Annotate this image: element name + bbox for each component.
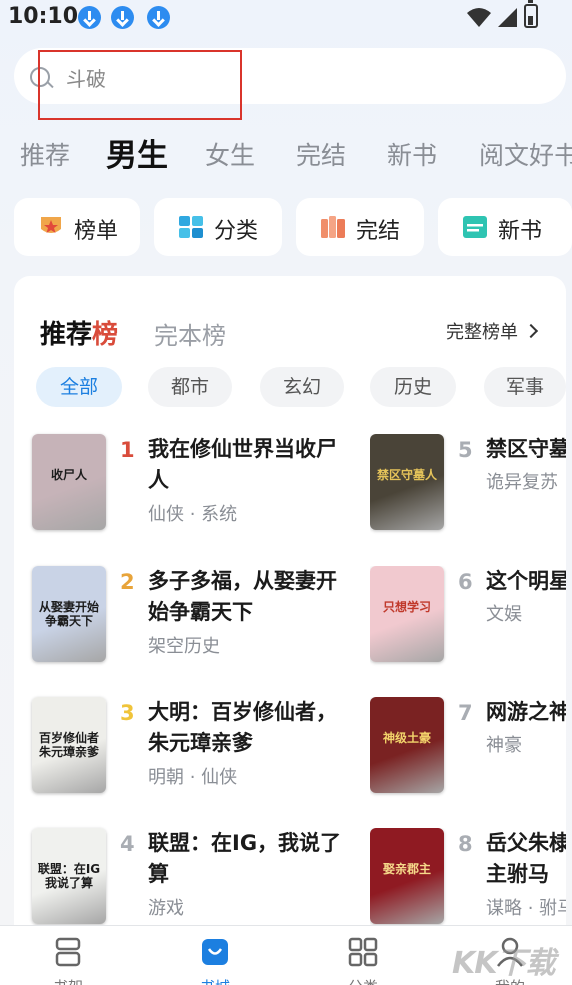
- cover-title: 联盟：在IG我说了算: [37, 862, 101, 890]
- book-cover: 神级土豪: [370, 697, 444, 793]
- book-meta: 谋略 · 驸马: [486, 898, 566, 919]
- book-meta: 神豪: [486, 735, 522, 756]
- rank-number: 6: [458, 570, 473, 594]
- book-title: 这个明星不太冷: [486, 569, 566, 593]
- search-icon: [30, 67, 50, 87]
- book-item[interactable]: 禁区守墓人 5 禁区守墓人 诡异复苏: [370, 434, 566, 544]
- ranking-title-main: 推荐: [40, 320, 93, 350]
- ranking-card: 推荐榜 完本榜 完整榜单 全部 都市 玄幻 历史 军事 收尸人 1 我在修仙世界…: [14, 276, 566, 936]
- book-meta: 仙侠 · 系统: [148, 504, 238, 525]
- shortcut-finished-label: 完结: [356, 219, 401, 244]
- rank-number: 4: [120, 832, 135, 856]
- book-title: 多子多福，从娶妻开始争霸天下: [148, 569, 337, 624]
- download-icon: [78, 6, 101, 29]
- book-title: 我在修仙世界当收尸人: [148, 437, 337, 492]
- ranking-title[interactable]: 推荐榜: [40, 314, 118, 351]
- ranking-tab-finished[interactable]: 完本榜: [154, 316, 226, 351]
- book-meta: 明朝 · 仙侠: [148, 767, 238, 788]
- rank-number: 5: [458, 438, 473, 462]
- tab-male[interactable]: 男生: [106, 130, 168, 175]
- search-bar[interactable]: 斗破: [14, 48, 566, 104]
- chip-urban[interactable]: 都市: [148, 367, 232, 407]
- book-meta: 诡异复苏: [486, 472, 558, 493]
- nav-store-label: 书城: [185, 976, 245, 985]
- tab-yuewen-good-books[interactable]: 阅文好书: [479, 136, 572, 172]
- download-icon: [147, 6, 170, 29]
- rank-number: 1: [120, 438, 135, 462]
- nav-bookshelf-label: 书架: [38, 976, 98, 985]
- shortcut-new-label: 新书: [498, 219, 543, 244]
- book-title: 禁区守墓人: [486, 437, 566, 461]
- shortcut-new[interactable]: 新书: [438, 198, 572, 256]
- ranking-title-accent: 榜: [92, 320, 119, 350]
- category-icon: [348, 937, 378, 967]
- book-item[interactable]: 联盟：在IG我说了算 4 联盟：在IG，我说了算 游戏: [32, 828, 372, 938]
- book-cover: 百岁修仙者朱元璋亲爹: [32, 697, 106, 793]
- book-meta: 游戏: [148, 898, 184, 919]
- chip-history[interactable]: 历史: [370, 367, 456, 407]
- signal-icon: [498, 8, 517, 27]
- watermark: KK下载: [452, 946, 555, 981]
- book-cover: 从娶妻开始争霸天下: [32, 566, 106, 662]
- chip-fantasy[interactable]: 玄幻: [260, 367, 344, 407]
- shortcut-category[interactable]: 分类: [154, 198, 282, 256]
- tab-recommend[interactable]: 推荐: [20, 136, 70, 172]
- shortcut-ranking-label: 榜单: [74, 219, 119, 244]
- status-bar: 10:10: [0, 0, 572, 36]
- tab-female[interactable]: 女生: [205, 136, 255, 172]
- book-meta: 架空历史: [148, 636, 220, 657]
- full-ranking-link[interactable]: 完整榜单: [446, 318, 536, 344]
- cover-title: 禁区守墓人: [376, 468, 437, 482]
- top-tabs: 推荐 男生 女生 完结 新书 阅文好书: [20, 130, 572, 176]
- trophy-icon: [41, 217, 61, 233]
- tab-finished[interactable]: 完结: [296, 136, 346, 172]
- bookshelf-icon: [55, 937, 81, 967]
- chip-military[interactable]: 军事: [484, 367, 566, 407]
- rank-number: 8: [458, 832, 473, 856]
- chip-all[interactable]: 全部: [36, 367, 122, 407]
- book-item[interactable]: 收尸人 1 我在修仙世界当收尸人 仙侠 · 系统: [32, 434, 372, 544]
- cover-title: 百岁修仙者朱元璋亲爹: [38, 731, 99, 759]
- nav-store[interactable]: 书城: [185, 934, 245, 985]
- tab-new[interactable]: 新书: [387, 136, 437, 172]
- new-book-icon: [463, 216, 487, 238]
- book-item[interactable]: 娶亲郡主 8 岳父朱棣，我是容郡主驸马 谋略 · 驸马: [370, 828, 566, 938]
- book-item[interactable]: 百岁修仙者朱元璋亲爹 3 大明：百岁修仙者，朱元璋亲爹 明朝 · 仙侠: [32, 697, 372, 807]
- cover-title: 从娶妻开始争霸天下: [38, 600, 99, 628]
- search-input[interactable]: 斗破: [66, 63, 106, 92]
- book-cover: 娶亲郡主: [370, 828, 444, 924]
- book-meta: 文娱: [486, 604, 522, 625]
- shortcut-category-label: 分类: [214, 219, 259, 244]
- cover-title: 娶亲郡主: [382, 862, 431, 876]
- books-icon: [321, 216, 345, 238]
- grid-icon: [179, 216, 203, 238]
- nav-bookshelf[interactable]: 书架: [38, 934, 98, 985]
- book-item[interactable]: 神级土豪 7 网游之神级土豪 神豪: [370, 697, 566, 807]
- battery-icon: [524, 0, 538, 28]
- status-time: 10:10: [8, 4, 79, 29]
- rank-number: 3: [120, 701, 135, 725]
- book-cover: 收尸人: [32, 434, 106, 530]
- wifi-icon: [467, 8, 491, 27]
- rank-number: 2: [120, 570, 135, 594]
- cover-title: 收尸人: [50, 468, 87, 482]
- book-cover: 禁区守墓人: [370, 434, 444, 530]
- shortcut-ranking[interactable]: 榜单: [14, 198, 140, 256]
- store-icon: [202, 939, 228, 965]
- nav-category[interactable]: 分类: [333, 934, 393, 985]
- nav-category-label: 分类: [333, 976, 393, 985]
- shortcut-finished[interactable]: 完结: [296, 198, 424, 256]
- book-title: 联盟：在IG，我说了算: [148, 831, 342, 886]
- book-item[interactable]: 只想学习 6 这个明星不太冷 文娱: [370, 566, 566, 676]
- cover-title: 只想学习: [382, 600, 431, 614]
- book-cover: 只想学习: [370, 566, 444, 662]
- book-cover: 联盟：在IG我说了算: [32, 828, 106, 924]
- book-title: 网游之神级土豪: [486, 700, 566, 724]
- book-title: 大明：百岁修仙者，朱元璋亲爹: [148, 700, 337, 755]
- book-item[interactable]: 从娶妻开始争霸天下 2 多子多福，从娶妻开始争霸天下 架空历史: [32, 566, 372, 676]
- download-icon: [111, 6, 134, 29]
- cover-title: 神级土豪: [382, 731, 431, 745]
- rank-number: 7: [458, 701, 473, 725]
- book-title: 岳父朱棣，我是容郡主驸马: [486, 831, 566, 886]
